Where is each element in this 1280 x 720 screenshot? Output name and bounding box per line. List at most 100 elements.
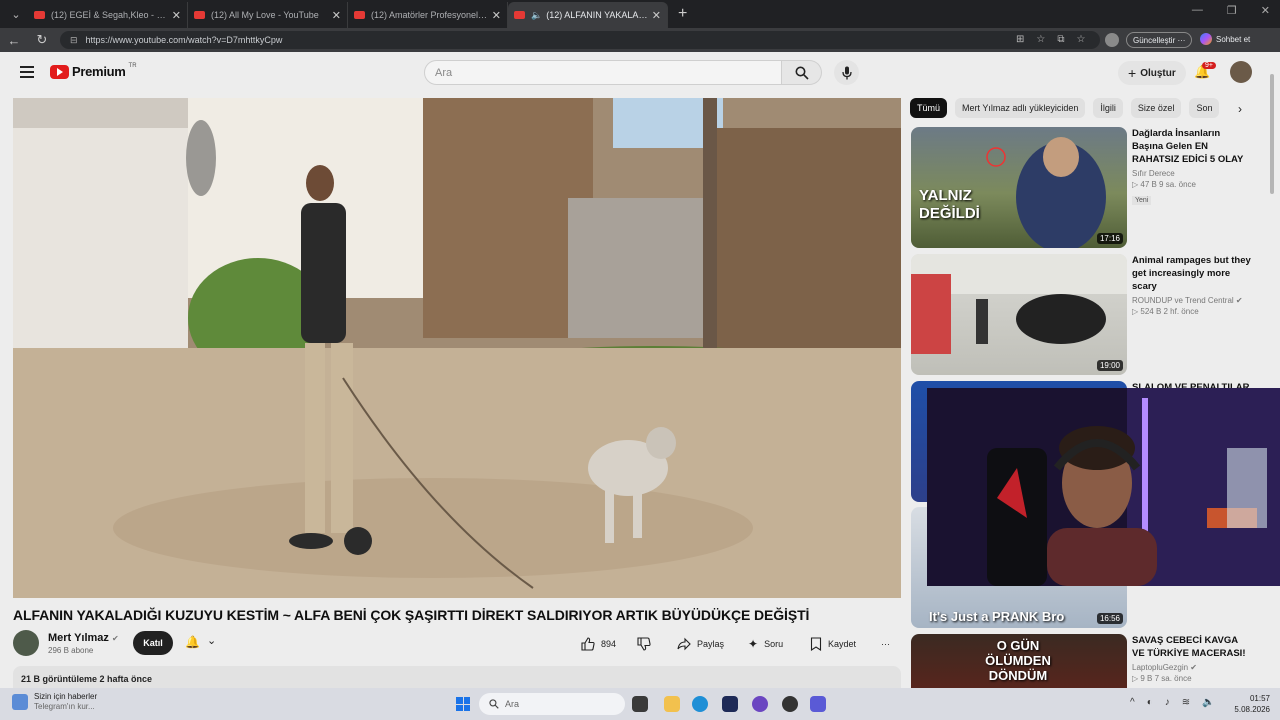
chip-all[interactable]: Tümü [910, 98, 948, 118]
subscribe-bell-icon[interactable]: 🔔 [185, 635, 200, 649]
more-actions-icon[interactable]: ··· [881, 632, 890, 656]
tab-close-icon[interactable]: ✕ [492, 9, 501, 22]
news-widget[interactable]: Sizin için haberler Telegram'ın kur... [12, 692, 97, 712]
browser-tab[interactable]: (12) Amatörler Profesyonel Dövüşçü... ✕ [348, 2, 508, 28]
browser-tab[interactable]: (12) All My Love - YouTube ✕ [188, 2, 348, 28]
recommendation-info: Animal rampages but they get increasingl… [1132, 254, 1252, 316]
collections-icon[interactable]: ☆ [1077, 34, 1086, 45]
chip-related[interactable]: İlgili [1093, 98, 1123, 118]
new-tab-icon[interactable]: + [678, 5, 687, 23]
recommendation-item[interactable]: YALNIZ DEĞİLDİ 17:16 Dağlarda İnsanların… [910, 127, 1250, 249]
profile-avatar[interactable] [1105, 33, 1119, 47]
create-button[interactable]: + Oluştur [1118, 61, 1186, 85]
tab-close-icon[interactable]: ✕ [172, 9, 181, 22]
share-button[interactable]: Paylaş [677, 632, 724, 656]
favorite-star-icon[interactable]: ☆ [1036, 34, 1045, 45]
search-input[interactable]: Ara [424, 60, 782, 85]
twitch-icon[interactable] [752, 696, 768, 712]
browser-toolbar-icons: ⊞ ☆ ⧉ ☆ [1016, 34, 1085, 45]
channel-name-text[interactable]: Mert Yılmaz [48, 632, 109, 644]
chip-for-you[interactable]: Size özel [1130, 98, 1182, 118]
wifi-icon[interactable]: ≋ [1182, 697, 1190, 708]
speaker-icon[interactable]: 🔈 [531, 10, 542, 21]
chip-from-uploader[interactable]: Mert Yılmaz adlı yükleyiciden [955, 98, 1086, 118]
menu-icon[interactable] [20, 66, 34, 78]
browser-tab-active[interactable]: 🔈 (12) ALFANIN YAKALADIĞI KU... ✕ [508, 2, 668, 28]
chevron-right-icon[interactable]: › [1238, 102, 1242, 116]
thumbnail-caption: YALNIZ DEĞİLDİ [919, 187, 980, 222]
address-toolbar: ← ↻ ⊟ https://www.youtube.com/watch?v=D7… [0, 28, 1280, 52]
video-thumbnail[interactable]: YALNIZ DEĞİLDİ 17:16 [911, 127, 1127, 248]
webcam-overlay [927, 388, 1280, 586]
verified-icon: ✔ [1235, 296, 1243, 305]
share-label: Paylaş [697, 639, 725, 649]
channel-name[interactable]: Mert Yılmaz ✔ [48, 632, 119, 644]
like-count: 894 [601, 639, 617, 649]
tab-close-icon[interactable]: ✕ [332, 9, 341, 22]
recommendation-channel-text[interactable]: ROUNDUP ve Trend Central [1132, 296, 1234, 305]
edge-icon[interactable] [692, 696, 708, 712]
video-player[interactable] [13, 98, 901, 598]
site-info-icon[interactable]: ⊟ [70, 35, 78, 46]
recommendation-item[interactable]: O GÜN ÖLÜMDEN DÖNDÜM SAVAŞ CEBECİ KAVGA … [910, 634, 1250, 688]
page-scrollbar[interactable] [1268, 54, 1276, 686]
file-explorer-icon[interactable] [664, 696, 680, 712]
recommendation-meta: ▷ 47 B 9 sa. önce [1132, 180, 1196, 189]
video-thumbnail[interactable]: O GÜN ÖLÜMDEN DÖNDÜM [911, 634, 1127, 688]
recommendation-channel[interactable]: LaptopluGezgin ✔ [1132, 663, 1252, 672]
news-subtitle: Telegram'ın kur... [34, 702, 95, 711]
taskbar-search[interactable]: Ara [479, 693, 625, 715]
search-button[interactable] [782, 60, 822, 85]
account-avatar[interactable] [1230, 61, 1252, 83]
chip-recent[interactable]: Son [1189, 98, 1220, 118]
save-button[interactable]: Kaydet [810, 632, 856, 656]
update-button[interactable]: Güncelleştir ··· [1126, 32, 1193, 48]
news-text: Sizin için haberler Telegram'ın kur... [34, 692, 97, 712]
video-thumbnail[interactable]: 19:00 [911, 254, 1127, 375]
like-button[interactable]: 894 [581, 632, 616, 656]
copilot-chat-button[interactable]: Sohbet et [1200, 33, 1250, 45]
voice-search-button[interactable] [834, 60, 859, 85]
vscode-icon[interactable] [722, 696, 738, 712]
tray-app-icon[interactable]: ◐ [1147, 697, 1153, 708]
discord-icon[interactable] [810, 696, 826, 712]
tray-chevron-icon[interactable]: ^ [1130, 697, 1135, 708]
browser-tab[interactable]: (12) EGEİ & Segah,Kleo - SOKAKLAR... ✕ [28, 2, 188, 28]
back-icon[interactable]: ← [0, 33, 28, 48]
tab-close-icon[interactable]: ✕ [652, 9, 661, 22]
mic-tray-icon[interactable]: ♪ [1165, 697, 1170, 708]
recommendation-title[interactable]: Dağlarda İnsanların Başına Gelen EN RAHA… [1132, 127, 1252, 166]
obs-icon[interactable] [782, 696, 798, 712]
ask-button[interactable]: ✦ Soru [748, 632, 783, 656]
chevron-down-icon[interactable]: ⌄ [207, 634, 216, 647]
recommendation-item[interactable]: 19:00 Animal rampages but they get incre… [910, 254, 1252, 376]
description-box[interactable]: 21 B görüntüleme 2 hafta önce [13, 666, 901, 688]
youtube-logo[interactable]: Premium TR [50, 63, 137, 79]
channel-avatar[interactable] [13, 630, 39, 656]
windows-start-icon[interactable] [456, 697, 470, 711]
recommendation-channel-text[interactable]: LaptopluGezgin [1132, 663, 1188, 672]
scrollbar-thumb[interactable] [1270, 74, 1274, 194]
dislike-button[interactable] [637, 632, 651, 656]
join-button[interactable]: Katıl [133, 631, 173, 655]
minimize-icon[interactable]: — [1192, 4, 1203, 17]
tab-menu-chevron-icon[interactable]: ⌄ [4, 4, 28, 24]
views-and-date: 21 B görüntüleme 2 hafta önce [21, 674, 153, 684]
task-view-icon[interactable] [632, 696, 648, 712]
recommendation-title[interactable]: SAVAŞ CEBECİ KAVGA VE TÜRKİYE MACERASI! [1132, 634, 1252, 660]
channel-row: Mert Yılmaz ✔ 296 B abone Katıl 🔔 ⌄ 894 P… [13, 630, 901, 660]
volume-icon[interactable]: 🔈 [1202, 697, 1214, 708]
url-text: https://www.youtube.com/watch?v=D7mhttky… [85, 35, 283, 45]
extensions-icon[interactable]: ⧉ [1057, 34, 1064, 45]
url-field[interactable]: ⊟ https://www.youtube.com/watch?v=D7mhtt… [60, 31, 1100, 49]
close-window-icon[interactable]: ✕ [1261, 4, 1270, 17]
update-label: Güncelleştir [1133, 35, 1176, 45]
taskbar-clock[interactable]: 01:57 5.08.2026 [1228, 693, 1270, 715]
apps-icon[interactable]: ⊞ [1016, 34, 1024, 45]
recommendation-meta: ▷ 9 B 7 sa. önce [1132, 674, 1192, 683]
recommendation-channel[interactable]: ROUNDUP ve Trend Central ✔ [1132, 296, 1252, 305]
recommendation-channel[interactable]: Sıfır Derece [1132, 169, 1252, 178]
recommendation-title[interactable]: Animal rampages but they get increasingl… [1132, 254, 1252, 293]
maximize-icon[interactable]: ❐ [1227, 4, 1237, 17]
reload-icon[interactable]: ↻ [28, 32, 56, 48]
